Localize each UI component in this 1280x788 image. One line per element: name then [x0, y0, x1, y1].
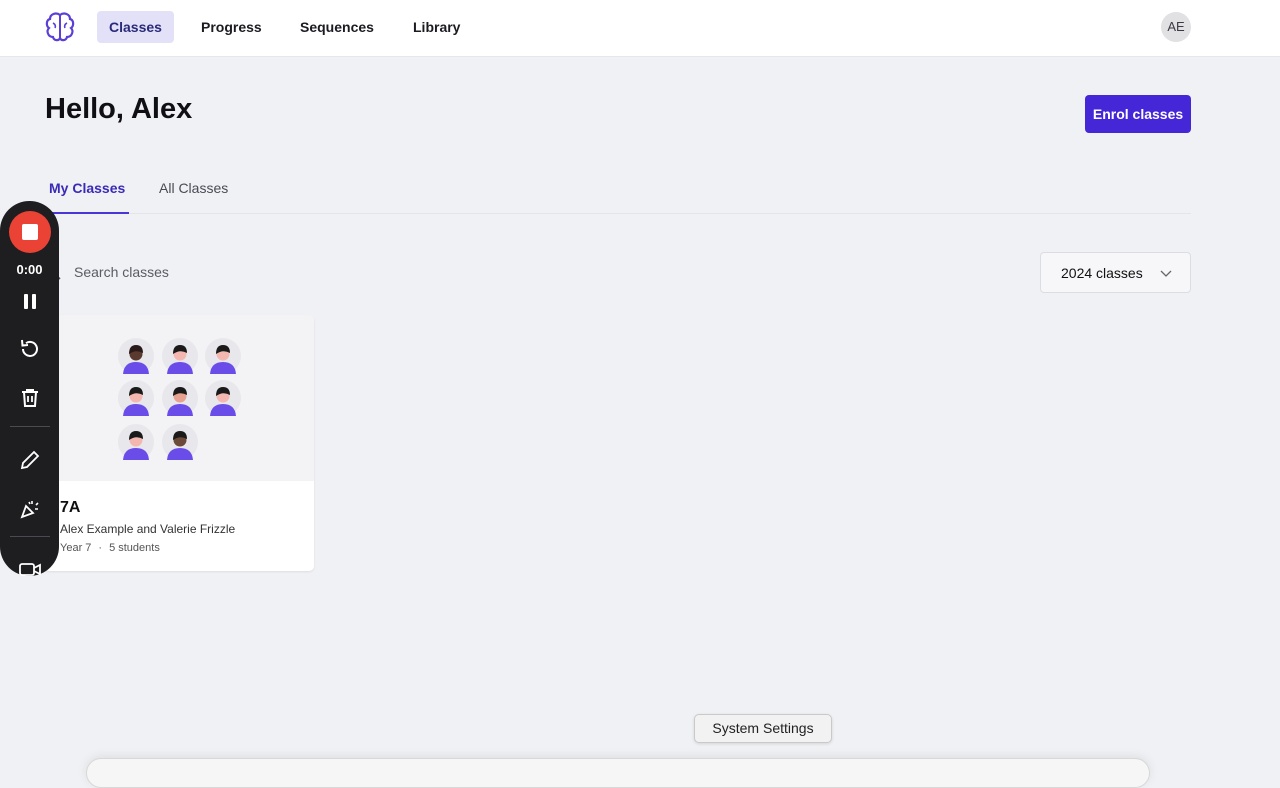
nav-classes[interactable]: Classes [97, 11, 174, 43]
camera-icon[interactable] [18, 557, 42, 581]
class-teachers: Alex Example and Valerie Frizzle [60, 522, 236, 536]
tab-my-classes[interactable]: My Classes [45, 170, 130, 214]
chevron-down-icon [1160, 270, 1172, 277]
student-avatar-icon [162, 380, 198, 416]
student-avatar-icon [162, 338, 198, 374]
student-avatar-icon [118, 424, 154, 460]
brain-logo-icon[interactable] [43, 10, 77, 44]
student-avatar-icon [162, 424, 198, 460]
class-tabs: My Classes All Classes [45, 170, 1191, 214]
pencil-icon[interactable] [18, 448, 42, 472]
trash-icon[interactable] [18, 386, 42, 410]
stop-recording-button[interactable] [9, 211, 51, 253]
students-illustration [118, 338, 241, 460]
nav-progress[interactable]: Progress [189, 11, 274, 43]
effects-icon[interactable] [18, 497, 42, 521]
enrol-classes-button[interactable]: Enrol classes [1085, 95, 1191, 133]
class-name: 7A [60, 499, 81, 516]
student-avatar-icon [205, 338, 241, 374]
toolbar-divider [10, 426, 50, 427]
recording-timer: 0:00 [16, 262, 43, 277]
toolbar-divider [10, 536, 50, 537]
student-avatar-icon [118, 338, 154, 374]
year-filter-value: 2024 classes [1061, 265, 1143, 281]
pause-icon[interactable] [18, 290, 42, 314]
restart-icon[interactable] [18, 337, 42, 361]
year-filter-select[interactable]: 2024 classes [1040, 252, 1191, 293]
student-avatar-icon [118, 380, 154, 416]
tab-all-classes[interactable]: All Classes [155, 170, 232, 214]
class-illustration [44, 315, 314, 481]
user-avatar[interactable]: AE [1161, 12, 1191, 42]
nav-library[interactable]: Library [401, 11, 472, 43]
search-bar [44, 256, 364, 288]
page-title: Hello, Alex [45, 93, 193, 125]
class-meta: Year 7 · 5 students [60, 542, 160, 554]
separator-dot: · [98, 542, 103, 554]
recording-toolbar: 0:00 [0, 201, 59, 576]
search-input[interactable] [74, 256, 354, 288]
nav-sequences[interactable]: Sequences [288, 11, 386, 43]
system-settings-tooltip: System Settings [694, 714, 832, 743]
student-avatar-icon [205, 380, 241, 416]
top-nav: Classes Progress Sequences Library AE [0, 0, 1280, 57]
class-card[interactable]: 7A Alex Example and Valerie Frizzle Year… [44, 315, 314, 571]
class-student-count: 5 students [109, 542, 160, 554]
class-year: Year 7 [60, 542, 92, 554]
dock [86, 758, 1150, 788]
